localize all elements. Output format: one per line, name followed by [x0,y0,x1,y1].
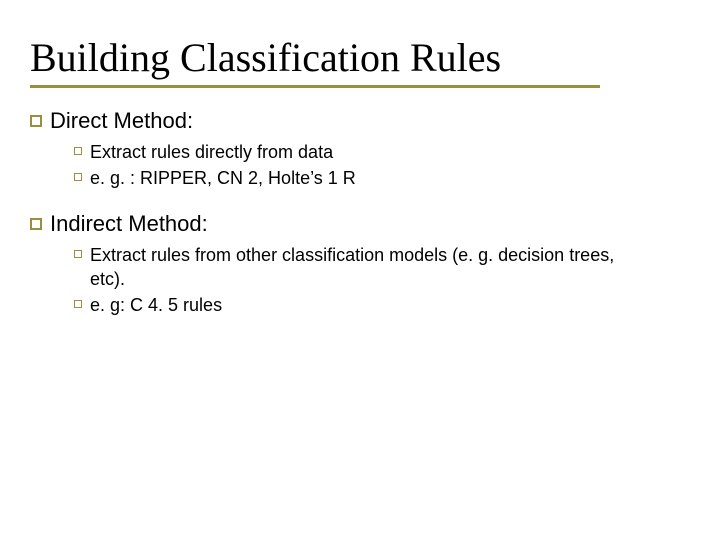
list-item: e. g. : RIPPER, CN 2, Holte’s 1 R [74,166,690,190]
title-underline [30,85,600,88]
list-item: Extract rules directly from data [74,140,690,164]
list-item-text: Extract rules from other classification … [90,243,630,292]
sub-list: Extract rules directly from data e. g. :… [74,140,690,191]
section-direct-method: Direct Method: Extract rules directly fr… [30,108,690,191]
square-bullet-icon [74,173,82,181]
section-heading-row: Direct Method: [30,108,690,134]
list-item: Extract rules from other classification … [74,243,690,292]
slide: Building Classification Rules Direct Met… [0,0,720,367]
section-indirect-method: Indirect Method: Extract rules from othe… [30,211,690,318]
list-item-text: e. g: C 4. 5 rules [90,293,222,317]
sub-list: Extract rules from other classification … [74,243,690,318]
list-item-text: e. g. : RIPPER, CN 2, Holte’s 1 R [90,166,356,190]
content-list: Direct Method: Extract rules directly fr… [30,108,690,317]
section-heading-row: Indirect Method: [30,211,690,237]
square-bullet-icon [74,250,82,258]
section-heading: Indirect Method: [50,211,208,237]
square-bullet-icon [74,300,82,308]
square-bullet-icon [74,147,82,155]
slide-title: Building Classification Rules [30,34,690,81]
square-bullet-icon [30,218,42,230]
list-item-text: Extract rules directly from data [90,140,333,164]
square-bullet-icon [30,115,42,127]
section-heading: Direct Method: [50,108,193,134]
list-item: e. g: C 4. 5 rules [74,293,690,317]
